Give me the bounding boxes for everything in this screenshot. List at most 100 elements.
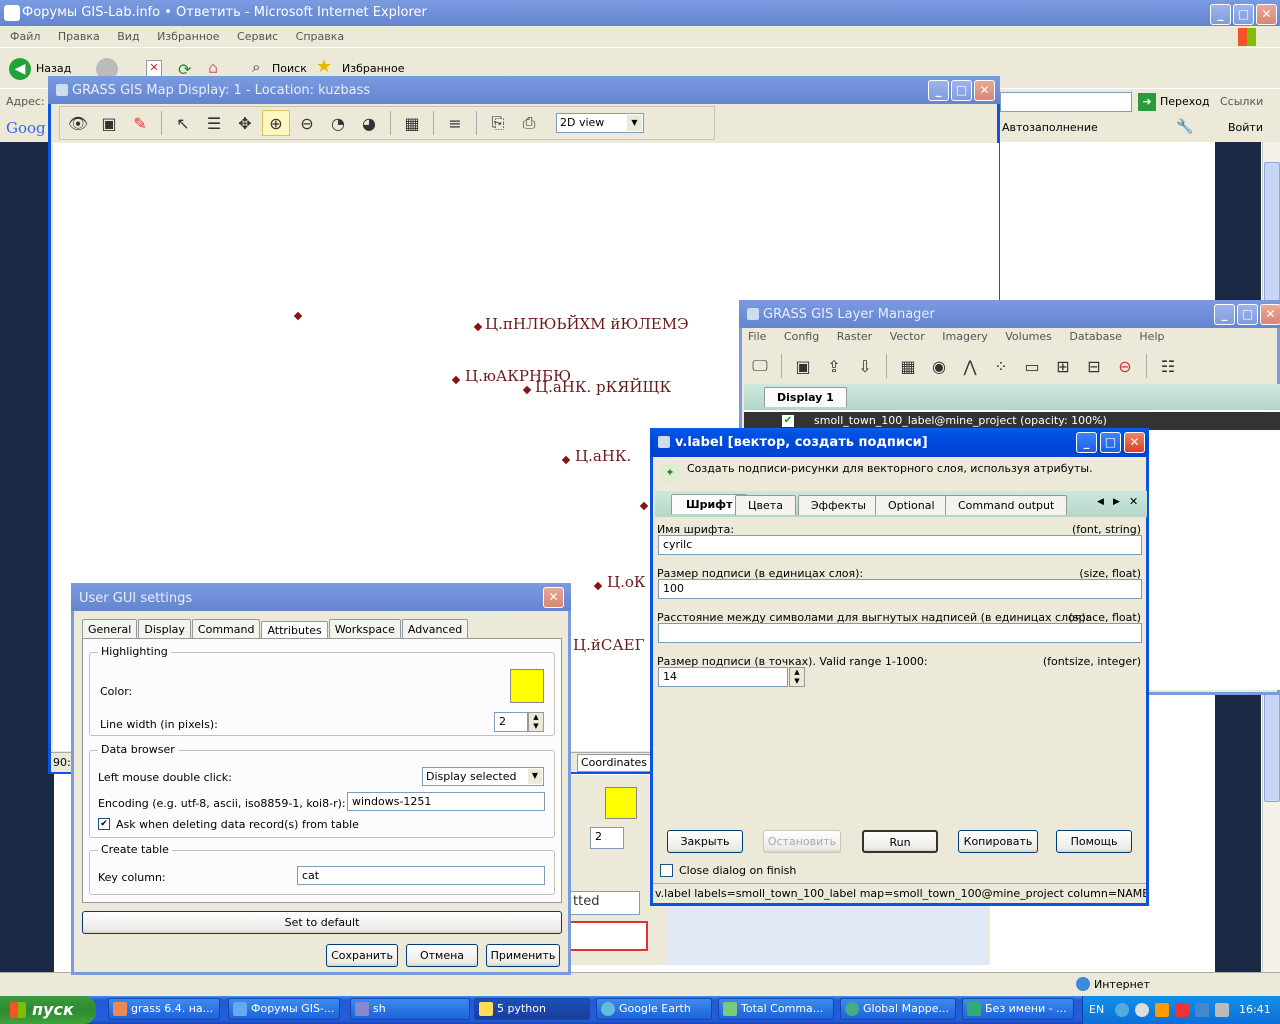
ie-close-button[interactable]: ✕: [1256, 4, 1277, 25]
vlabel-close-button[interactable]: ✕: [1124, 432, 1145, 453]
task-total-commander[interactable]: Total Comma...: [718, 998, 834, 1020]
map-close-button[interactable]: ✕: [974, 80, 995, 101]
tray-app-icon[interactable]: [1175, 1003, 1189, 1017]
pan-icon[interactable]: ✥: [231, 110, 259, 136]
tab-advanced[interactable]: Advanced: [401, 619, 469, 639]
new-display-icon[interactable]: 🖵: [746, 353, 774, 379]
lm-menu-vector[interactable]: Vector: [890, 330, 925, 343]
vlabel-minimize-button[interactable]: _: [1076, 432, 1097, 453]
ie-menu-help[interactable]: Справка: [296, 30, 344, 43]
decoration-icon[interactable]: ≡: [441, 110, 469, 136]
cancel-button[interactable]: Отмена: [406, 944, 478, 967]
line-width-stepper[interactable]: ▲ ▼: [528, 712, 544, 732]
ie-menu-view[interactable]: Вид: [117, 30, 139, 43]
back-arrow-icon[interactable]: ◀: [9, 58, 31, 80]
pointer-icon[interactable]: ↖: [169, 110, 197, 136]
favorites-button-label[interactable]: Избранное: [342, 62, 404, 75]
add-vector-icon[interactable]: ⋀: [956, 353, 984, 379]
analyze-icon[interactable]: ▦: [398, 110, 426, 136]
tab-workspace[interactable]: Workspace: [328, 619, 401, 639]
ie-menu-tools[interactable]: Сервис: [237, 30, 278, 43]
tab-command-output[interactable]: Command output: [945, 495, 1068, 515]
tray-app-icon[interactable]: [1195, 1003, 1209, 1017]
clock[interactable]: 16:41: [1239, 1003, 1271, 1016]
double-click-select[interactable]: Display selected ▼: [422, 767, 544, 786]
fontsize-stepper[interactable]: ▲ ▼: [789, 667, 805, 687]
tab-close-icon[interactable]: ✕: [1129, 495, 1138, 508]
vlabel-titlebar[interactable]: v.label [вектор, создать подписи] _ □ ✕: [650, 428, 1149, 457]
tab-optional[interactable]: Optional: [875, 495, 948, 515]
add-group-icon[interactable]: ▭: [1018, 353, 1046, 379]
close-button[interactable]: Закрыть: [667, 830, 743, 853]
tab-display-1[interactable]: Display 1: [764, 387, 847, 407]
encoding-input[interactable]: windows-1251: [347, 792, 545, 811]
task-python[interactable]: 5 python: [474, 998, 590, 1020]
wrench-icon[interactable]: 🔧: [1176, 119, 1193, 135]
tab-colors[interactable]: Цвета: [735, 495, 796, 515]
fontsize-input[interactable]: 14: [658, 667, 788, 687]
tab-effects[interactable]: Эффекты: [798, 495, 879, 515]
task-untitled[interactable]: Без имени - ...: [962, 998, 1074, 1020]
background-red-field[interactable]: [568, 921, 648, 951]
lm-maximize-button[interactable]: □: [1237, 304, 1258, 325]
gui-settings-close-button[interactable]: ✕: [543, 587, 564, 608]
ie-menu-favorites[interactable]: Избранное: [157, 30, 219, 43]
tray-app-icon[interactable]: [1115, 1003, 1129, 1017]
line-width-input[interactable]: 2: [494, 712, 528, 732]
lm-menu-help[interactable]: Help: [1139, 330, 1164, 343]
open-workspace-icon[interactable]: ⇪: [820, 353, 848, 379]
zoom-back-icon[interactable]: ◔: [324, 110, 352, 136]
tab-general[interactable]: General: [82, 619, 138, 639]
task-grass[interactable]: grass 6.4. на...: [108, 998, 220, 1020]
background-spin-input[interactable]: 2: [590, 827, 624, 849]
background-color-swatch[interactable]: [605, 787, 637, 819]
set-default-button[interactable]: Set to default: [82, 911, 562, 934]
apply-button[interactable]: Применить: [486, 944, 560, 967]
space-input[interactable]: [658, 623, 1142, 643]
gui-settings-titlebar[interactable]: User GUI settings ✕: [71, 583, 571, 611]
back-button-label[interactable]: Назад: [36, 62, 71, 75]
task-forum[interactable]: Форумы GIS-...: [228, 998, 340, 1020]
add-rgb-icon[interactable]: ◉: [925, 353, 953, 379]
attribute-table-icon[interactable]: ☷: [1154, 353, 1182, 379]
print-icon[interactable]: ⎙: [515, 110, 543, 136]
ask-delete-checkbox[interactable]: ✔: [98, 818, 110, 830]
ie-minimize-button[interactable]: _: [1210, 4, 1231, 25]
tray-app-icon[interactable]: [1215, 1003, 1229, 1017]
erase-icon[interactable]: ✎: [126, 110, 154, 136]
help-button[interactable]: Помощь: [1056, 830, 1132, 853]
background-select[interactable]: tted: [568, 891, 640, 915]
map-display-titlebar[interactable]: GRASS GIS Map Display: 1 - Location: kuz…: [48, 76, 1000, 104]
lm-menu-file[interactable]: File: [748, 330, 766, 343]
layer-manager-titlebar[interactable]: GRASS GIS Layer Manager _ □ ✕: [739, 300, 1280, 328]
close-on-finish-checkbox[interactable]: [660, 864, 673, 877]
tab-command[interactable]: Command: [191, 619, 261, 639]
favorites-star-icon[interactable]: ★: [316, 56, 332, 77]
lm-menu-volumes[interactable]: Volumes: [1005, 330, 1052, 343]
tab-scroll-right-icon[interactable]: ▶: [1113, 497, 1120, 507]
key-column-input[interactable]: cat: [297, 866, 545, 885]
add-grid-icon[interactable]: ⊟: [1080, 353, 1108, 379]
lm-menu-database[interactable]: Database: [1069, 330, 1122, 343]
run-button[interactable]: Run: [862, 830, 938, 853]
links-label[interactable]: Ссылки: [1220, 95, 1263, 108]
highlight-color-swatch[interactable]: [510, 669, 544, 703]
home-icon[interactable]: ⌂: [208, 58, 228, 78]
task-sh[interactable]: sh: [350, 998, 470, 1020]
save-image-icon[interactable]: ⎘: [484, 110, 512, 136]
query-icon[interactable]: ☰: [200, 110, 228, 136]
layer-checkbox[interactable]: ✔: [782, 415, 794, 427]
vlabel-maximize-button[interactable]: □: [1100, 432, 1121, 453]
go-arrow-icon[interactable]: ➔: [1138, 93, 1156, 111]
autofill-button[interactable]: Автозаполнение: [1002, 121, 1098, 134]
lm-minimize-button[interactable]: _: [1214, 304, 1235, 325]
delete-layer-icon[interactable]: ⊖: [1111, 353, 1139, 379]
address-input[interactable]: [1000, 92, 1132, 112]
render-map-icon[interactable]: ▣: [95, 110, 123, 136]
copy-button[interactable]: Копировать: [958, 830, 1038, 853]
go-button-label[interactable]: Переход: [1160, 95, 1210, 108]
add-misc-icon[interactable]: ⁘: [987, 353, 1015, 379]
save-workspace-icon[interactable]: ⇩: [851, 353, 879, 379]
add-raster-icon[interactable]: ▦: [894, 353, 922, 379]
zoom-out-icon[interactable]: ⊖: [293, 110, 321, 136]
